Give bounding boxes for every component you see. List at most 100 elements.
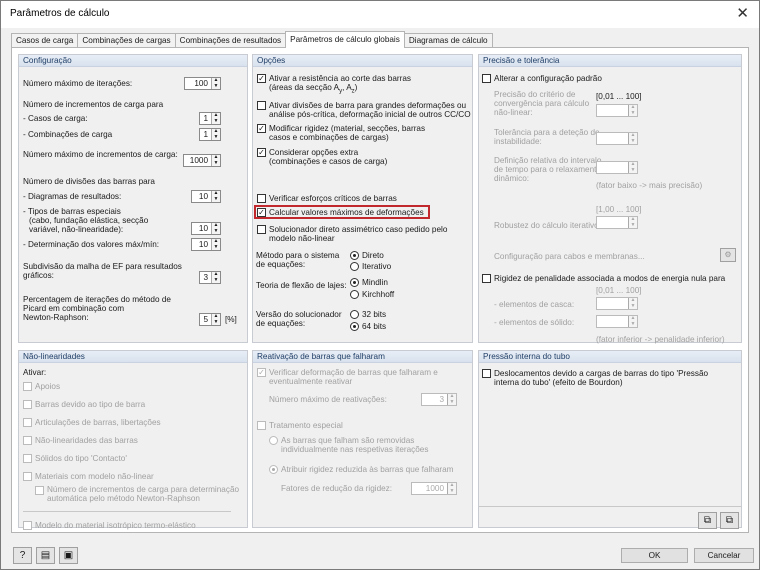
relaxation-interval-input[interactable]: ▲ ▼ [596, 161, 638, 174]
newton-raphson-increments-checkbox[interactable] [35, 486, 44, 495]
penalty-stiffness-checkbox[interactable] [482, 274, 491, 283]
label: individualmente nas respetivas iterações [281, 445, 429, 454]
label: Articulações de barras, libertações [35, 418, 161, 427]
solver-32bit-radio[interactable] [350, 310, 359, 319]
panel-header: Configuração [19, 55, 247, 67]
picard-percentage-input[interactable]: 5 ▲ ▼ [199, 313, 221, 326]
open-folder-icon[interactable]: ▤ [36, 547, 55, 564]
panel-failed-members-reactivation: Reativação de barras que falharam ✓ Veri… [252, 350, 473, 528]
thermo-elastic-checkbox[interactable] [23, 521, 32, 530]
convergence-input[interactable]: ▲ ▼ [596, 104, 638, 117]
link-label[interactable]: Configuração para cabos e membranas... [494, 252, 645, 262]
member-hinges-checkbox[interactable] [23, 418, 32, 427]
panel-precision-tolerance: Precisão e tolerância Alterar a configur… [478, 54, 742, 344]
stiffness-reduction-input[interactable]: 1000 ▲ ▼ [411, 482, 457, 495]
label: Teoria de flexão de lajes: [256, 281, 347, 290]
plate-mindlin-radio[interactable] [350, 278, 359, 287]
max-deformations-checkbox[interactable]: ✓ [257, 208, 266, 217]
label: Tratamento especial [269, 421, 343, 430]
label: não-linear: [494, 108, 533, 117]
label: eventualmente reativar [269, 377, 353, 386]
tab-load-cases[interactable]: Casos de carga [11, 33, 79, 48]
save-icon[interactable]: ▣ [59, 547, 78, 564]
unit-label: [%] [225, 315, 237, 324]
divider [23, 511, 231, 512]
bourdon-effect-checkbox[interactable] [482, 369, 491, 378]
critical-forces-checkbox[interactable] [257, 194, 266, 203]
help-icon[interactable]: ? [13, 547, 32, 564]
max-reactivations-input[interactable]: 3 ▲ ▼ [421, 393, 457, 406]
instability-tolerance-input[interactable]: ▲ ▼ [596, 132, 638, 145]
shell-penalty-input[interactable]: ▲ ▼ [596, 297, 638, 310]
nonlinear-materials-checkbox[interactable] [23, 472, 32, 481]
label: Número máximo de iterações: [23, 79, 133, 88]
label: - Determinação dos valores máx/mín: [23, 240, 160, 249]
change-default-checkbox[interactable] [482, 74, 491, 83]
label: Iterativo [362, 262, 392, 271]
reduced-stiffness-radio[interactable] [269, 465, 278, 474]
tab-result-combinations[interactable]: Combinações de resultados [174, 33, 287, 48]
label: análise pós-crítica, deformação inicial … [269, 110, 471, 119]
tab-content: Configuração Número máximo de iterações:… [11, 47, 749, 533]
panel-header: Precisão e tolerância [479, 55, 741, 67]
fe-mesh-subdivision-input[interactable]: 3 ▲ ▼ [199, 271, 221, 284]
label: de equações: [256, 260, 306, 269]
extra-options-checkbox[interactable]: ✓ [257, 148, 266, 157]
close-icon[interactable]: ✕ [736, 4, 749, 22]
label: Barras devido ao tipo de barra [35, 400, 146, 409]
member-divisions-checkbox[interactable] [257, 101, 266, 110]
tab-calc-diagrams[interactable]: Diagramas de cálculo [403, 33, 493, 48]
label: (áreas da secção Ay, Az) [269, 83, 358, 95]
label: Atribuir rigidez reduzida às barras que … [281, 465, 454, 474]
panel-nonlinearities: Não-linearidades Ativar: Apoios Barras d… [18, 350, 248, 530]
special-member-divisions-input[interactable]: 10 ▲ ▼ [191, 222, 221, 235]
plate-kirchhoff-radio[interactable] [350, 290, 359, 299]
ok-button[interactable]: OK [621, 548, 688, 563]
solid-penalty-input[interactable]: ▲ ▼ [596, 315, 638, 328]
panel-pipe-pressure: Pressão interna do tubo Deslocamentos de… [478, 350, 742, 529]
panel-header: Reativação de barras que falharam [253, 351, 472, 363]
import-icon[interactable]: ⧉ [698, 512, 717, 529]
method-direct-radio[interactable] [350, 251, 359, 260]
remove-individually-radio[interactable] [269, 436, 278, 445]
contact-solids-checkbox[interactable] [23, 454, 32, 463]
tab-load-combinations[interactable]: Combinações de cargas [77, 33, 176, 48]
asymmetric-solver-checkbox[interactable] [257, 225, 266, 234]
label: (combinações e casos de carga) [269, 157, 388, 166]
tab-global-calc-parameters[interactable]: Parâmetros de cálculo globais [285, 31, 405, 48]
label: Rigidez de penalidade associada a modos … [494, 274, 726, 283]
label: Não-linearidades das barras [35, 436, 138, 445]
method-iterative-radio[interactable] [350, 262, 359, 271]
cancel-button[interactable]: Cancelar [694, 548, 754, 563]
panel-header: Opções [253, 55, 472, 67]
special-treatment-checkbox[interactable] [257, 421, 266, 430]
cable-settings-icon[interactable]: ⚙ [720, 248, 736, 262]
member-type-checkbox[interactable] [23, 400, 32, 409]
label: variável, não-linearidade): [29, 225, 124, 234]
max-iterations-input[interactable]: 100 ▲ ▼ [184, 77, 221, 90]
verify-failed-members-checkbox[interactable]: ✓ [257, 368, 266, 377]
modify-stiffness-checkbox[interactable]: ✓ [257, 124, 266, 133]
max-load-increments-input[interactable]: 1000 ▲ ▼ [183, 154, 221, 167]
label: Número de divisões das barras para [23, 177, 155, 186]
title-bar: Parâmetros de cálculo ✕ [1, 1, 759, 28]
window-title: Parâmetros de cálculo [10, 8, 110, 19]
solver-64bit-radio[interactable] [350, 322, 359, 331]
dialog-window: Parâmetros de cálculo ✕ Casos de carga C… [0, 0, 760, 570]
label: Apoios [35, 382, 61, 391]
label: - Combinações de carga [23, 130, 113, 139]
load-case-increments-input[interactable]: 1 ▲ ▼ [199, 112, 221, 125]
load-combination-increments-input[interactable]: 1 ▲ ▼ [199, 128, 221, 141]
supports-checkbox[interactable] [23, 382, 32, 391]
robustness-input[interactable]: ▲ ▼ [596, 216, 638, 229]
label: Modelo do material isotrópico termo-elás… [35, 521, 196, 530]
shear-stiffness-checkbox[interactable]: ✓ [257, 74, 266, 83]
member-nonlinearities-checkbox[interactable] [23, 436, 32, 445]
maxmin-divisions-input[interactable]: 10 ▲ ▼ [191, 238, 221, 251]
result-diagram-divisions-input[interactable]: 10 ▲ ▼ [191, 190, 221, 203]
divider [479, 506, 741, 507]
label: casos e combinações de cargas) [269, 133, 389, 142]
export-icon[interactable]: ⧉ [720, 512, 739, 529]
label: Sólidos do tipo 'Contacto' [35, 454, 127, 463]
label: Newton-Raphson: [23, 313, 89, 322]
